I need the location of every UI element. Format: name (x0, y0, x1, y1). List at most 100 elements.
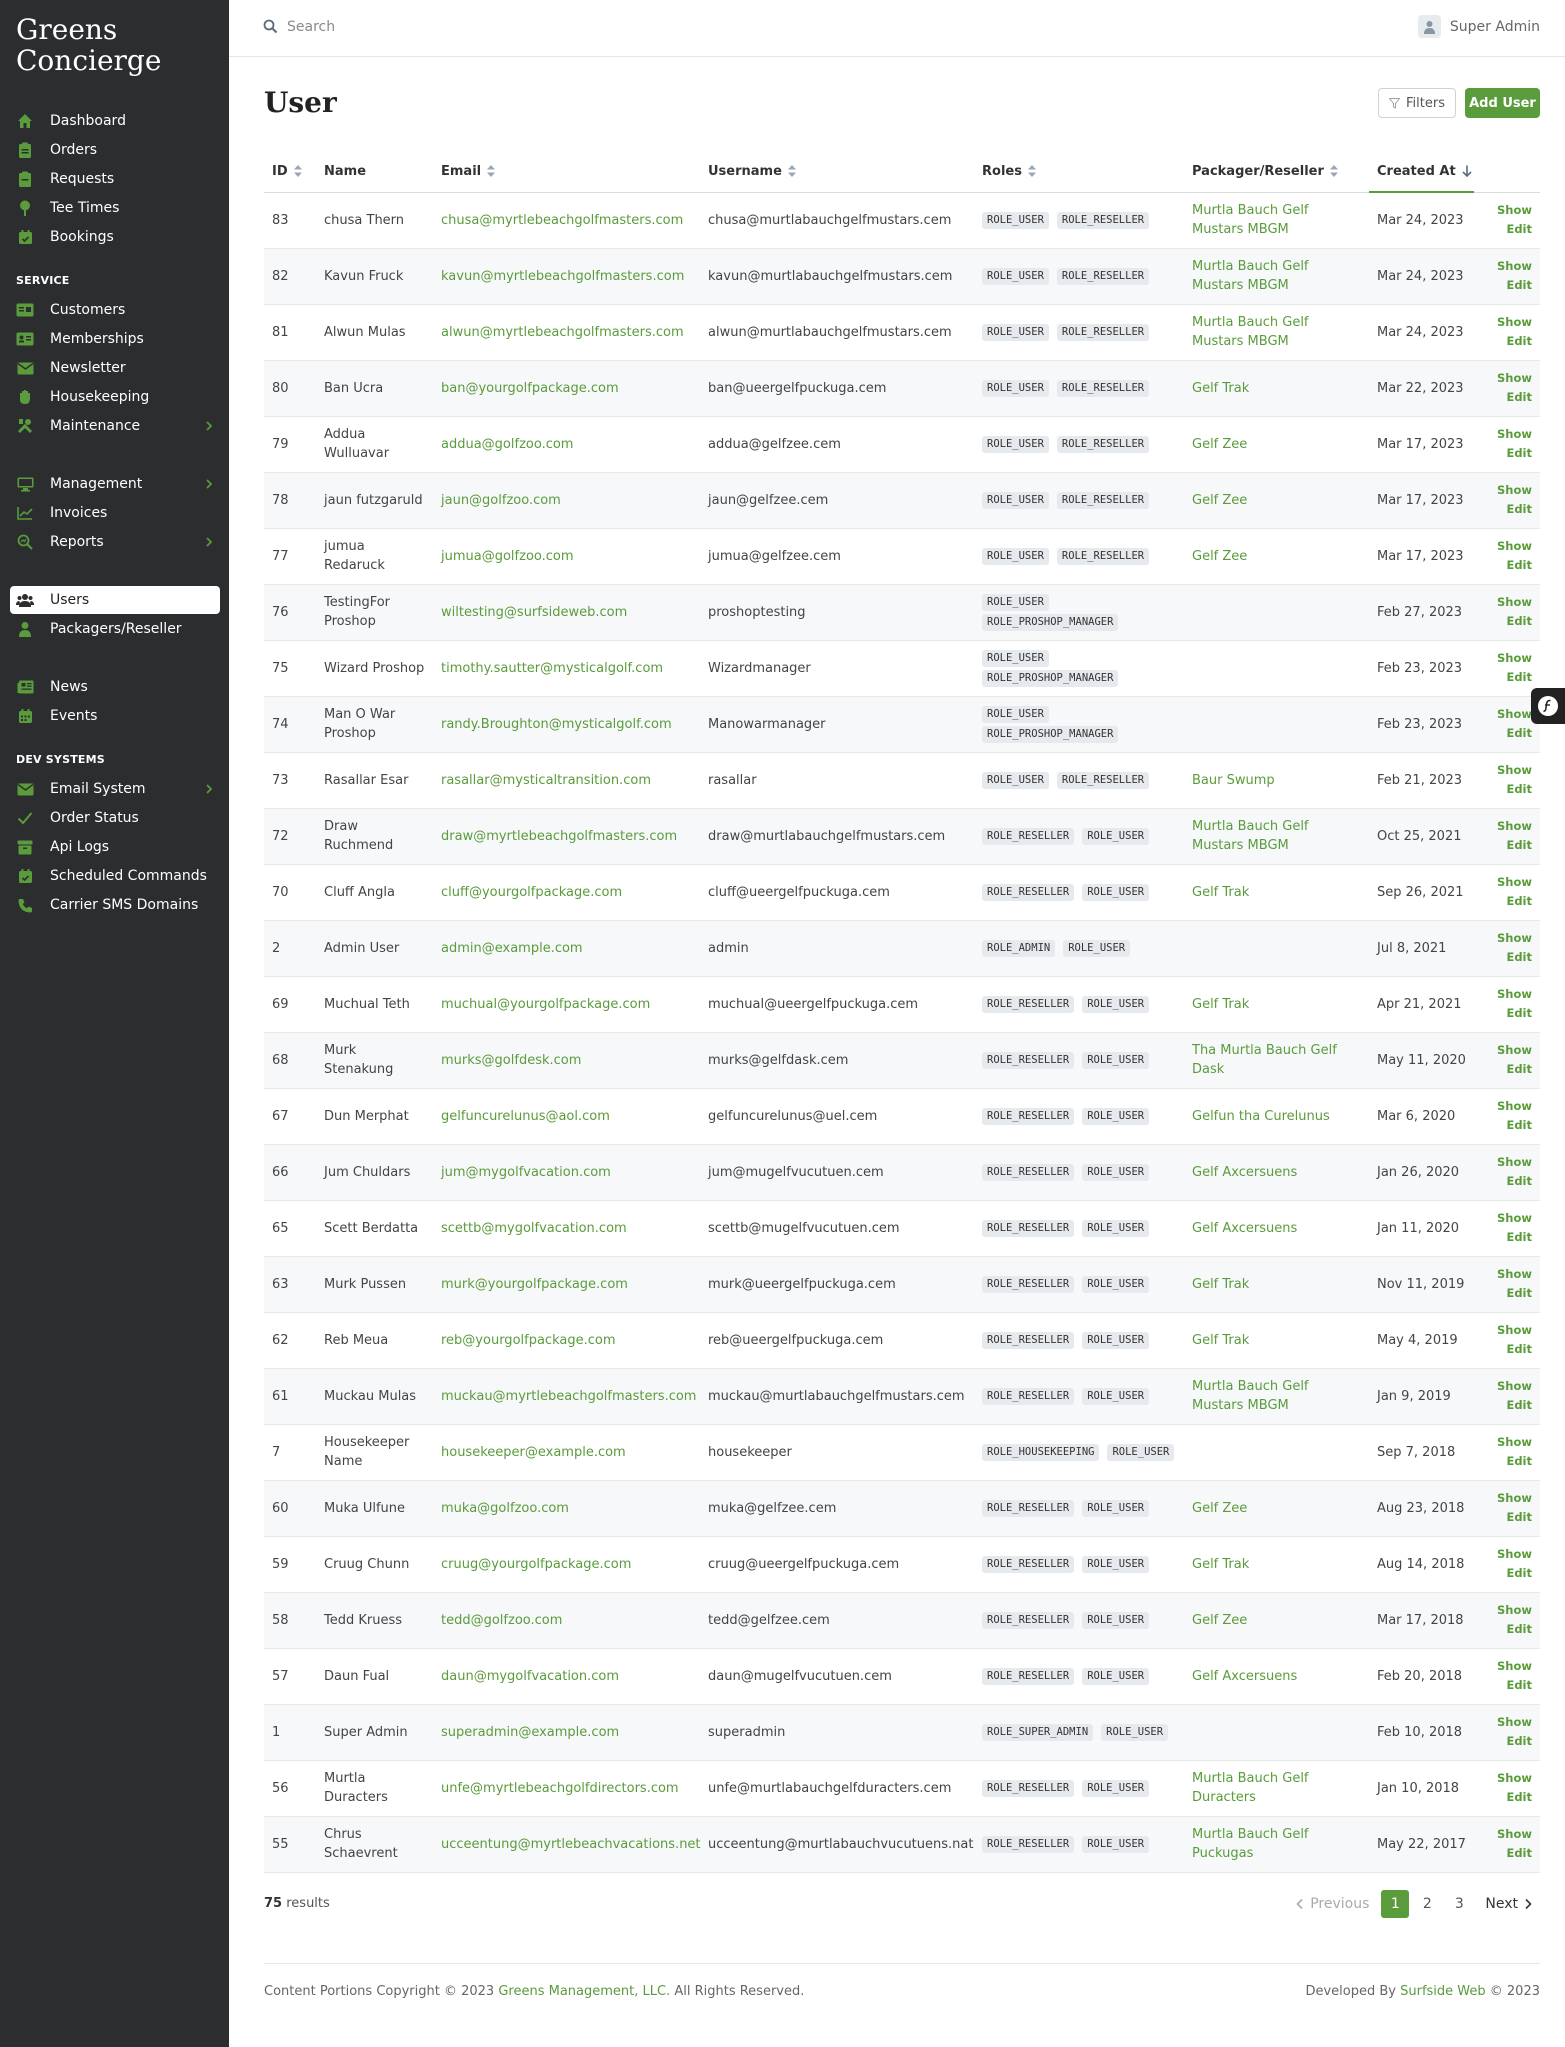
show-link[interactable]: Show (1482, 649, 1532, 668)
edit-link[interactable]: Edit (1482, 1340, 1532, 1359)
user-packager-link[interactable]: Gelf Zee (1192, 549, 1247, 564)
show-link[interactable]: Show (1482, 481, 1532, 500)
user-packager-link[interactable]: Gelf Trak (1192, 997, 1249, 1012)
user-email-link[interactable]: draw@myrtlebeachgolfmasters.com (441, 829, 677, 844)
user-packager-link[interactable]: Murtla Bauch Gelf Duracters (1192, 1771, 1309, 1805)
user-email-link[interactable]: daun@mygolfvacation.com (441, 1669, 619, 1684)
user-email-link[interactable]: superadmin@example.com (441, 1725, 619, 1740)
show-link[interactable]: Show (1482, 1209, 1532, 1228)
user-email-link[interactable]: alwun@myrtlebeachgolfmasters.com (441, 325, 684, 340)
sidebar-item-reports[interactable]: Reports (10, 528, 220, 556)
user-packager-link[interactable]: Gelf Zee (1192, 1613, 1247, 1628)
show-link[interactable]: Show (1482, 761, 1532, 780)
sidebar-item-email-system[interactable]: Email System (10, 775, 220, 803)
sidebar-item-users[interactable]: Users (10, 586, 220, 614)
show-link[interactable]: Show (1482, 313, 1532, 332)
sidebar-item-housekeeping[interactable]: Housekeeping (10, 383, 220, 411)
edit-link[interactable]: Edit (1482, 556, 1532, 575)
user-email-link[interactable]: muchual@yourgolfpackage.com (441, 997, 650, 1012)
user-email-link[interactable]: randy.Broughton@mysticalgolf.com (441, 717, 672, 732)
user-packager-link[interactable]: Gelf Axcersuens (1192, 1165, 1297, 1180)
show-link[interactable]: Show (1482, 1041, 1532, 1060)
edit-link[interactable]: Edit (1482, 1788, 1532, 1807)
user-packager-link[interactable]: Tha Murtla Bauch Gelf Dask (1192, 1043, 1337, 1077)
search-input[interactable] (287, 13, 687, 41)
user-packager-link[interactable]: Murtla Bauch Gelf Puckugas (1192, 1827, 1309, 1861)
sidebar-item-news[interactable]: News (10, 673, 220, 701)
user-packager-link[interactable]: Gelf Zee (1192, 437, 1247, 452)
user-packager-link[interactable]: Gelf Zee (1192, 493, 1247, 508)
sidebar-item-dashboard[interactable]: Dashboard (10, 107, 220, 135)
show-link[interactable]: Show (1482, 425, 1532, 444)
show-link[interactable]: Show (1482, 1433, 1532, 1452)
user-packager-link[interactable]: Murtla Bauch Gelf Mustars MBGM (1192, 1379, 1309, 1413)
show-link[interactable]: Show (1482, 257, 1532, 276)
show-link[interactable]: Show (1482, 1713, 1532, 1732)
column-header-created-at[interactable]: Created At (1369, 151, 1474, 193)
user-packager-link[interactable]: Murtla Bauch Gelf Mustars MBGM (1192, 315, 1309, 349)
show-link[interactable]: Show (1482, 1489, 1532, 1508)
show-link[interactable]: Show (1482, 593, 1532, 612)
user-email-link[interactable]: ban@yourgolfpackage.com (441, 381, 619, 396)
user-email-link[interactable]: murks@golfdesk.com (441, 1053, 581, 1068)
pagination-next[interactable]: Next (1477, 1896, 1540, 1912)
pagination-page[interactable]: 2 (1413, 1890, 1441, 1918)
edit-link[interactable]: Edit (1482, 1452, 1532, 1471)
show-link[interactable]: Show (1482, 537, 1532, 556)
show-link[interactable]: Show (1482, 817, 1532, 836)
column-header-username[interactable]: Username (700, 151, 974, 193)
show-link[interactable]: Show (1482, 201, 1532, 220)
sidebar-item-bookings[interactable]: Bookings (10, 223, 220, 251)
edit-link[interactable]: Edit (1482, 388, 1532, 407)
show-link[interactable]: Show (1482, 929, 1532, 948)
edit-link[interactable]: Edit (1482, 332, 1532, 351)
column-header-id[interactable]: ID (264, 151, 316, 193)
sidebar-item-invoices[interactable]: Invoices (10, 499, 220, 527)
user-email-link[interactable]: addua@golfzoo.com (441, 437, 573, 452)
user-packager-link[interactable]: Gelf Trak (1192, 381, 1249, 396)
user-email-link[interactable]: cruug@yourgolfpackage.com (441, 1557, 631, 1572)
user-email-link[interactable]: wiltesting@surfsideweb.com (441, 605, 627, 620)
edit-link[interactable]: Edit (1482, 500, 1532, 519)
user-email-link[interactable]: timothy.sautter@mysticalgolf.com (441, 661, 663, 676)
edit-link[interactable]: Edit (1482, 1228, 1532, 1247)
user-email-link[interactable]: chusa@myrtlebeachgolfmasters.com (441, 213, 683, 228)
show-link[interactable]: Show (1482, 1377, 1532, 1396)
show-link[interactable]: Show (1482, 369, 1532, 388)
sidebar-item-scheduled-commands[interactable]: Scheduled Commands (10, 862, 220, 890)
edit-link[interactable]: Edit (1482, 1284, 1532, 1303)
show-link[interactable]: Show (1482, 1657, 1532, 1676)
sidebar-item-newsletter[interactable]: Newsletter (10, 354, 220, 382)
sidebar-item-carrier-sms-domains[interactable]: Carrier SMS Domains (10, 891, 220, 919)
user-packager-link[interactable]: Murtla Bauch Gelf Mustars MBGM (1192, 203, 1309, 237)
pagination-page[interactable]: 3 (1445, 1890, 1473, 1918)
sidebar-item-memberships[interactable]: Memberships (10, 325, 220, 353)
user-email-link[interactable]: jum@mygolfvacation.com (441, 1165, 611, 1180)
edit-link[interactable]: Edit (1482, 1116, 1532, 1135)
footer-developer-link[interactable]: Surfside Web (1400, 1984, 1486, 1999)
edit-link[interactable]: Edit (1482, 948, 1532, 967)
user-email-link[interactable]: reb@yourgolfpackage.com (441, 1333, 615, 1348)
user-email-link[interactable]: jumua@golfzoo.com (441, 549, 574, 564)
edit-link[interactable]: Edit (1482, 668, 1532, 687)
column-header-email[interactable]: Email (433, 151, 700, 193)
edit-link[interactable]: Edit (1482, 1060, 1532, 1079)
user-email-link[interactable]: tedd@golfzoo.com (441, 1613, 562, 1628)
show-link[interactable]: Show (1482, 1545, 1532, 1564)
add-user-button[interactable]: Add User (1465, 88, 1540, 118)
user-packager-link[interactable]: Gelf Trak (1192, 1277, 1249, 1292)
edit-link[interactable]: Edit (1482, 1564, 1532, 1583)
show-link[interactable]: Show (1482, 1769, 1532, 1788)
user-email-link[interactable]: kavun@myrtlebeachgolfmasters.com (441, 269, 684, 284)
edit-link[interactable]: Edit (1482, 612, 1532, 631)
user-email-link[interactable]: admin@example.com (441, 941, 583, 956)
user-email-link[interactable]: muckau@myrtlebeachgolfmasters.com (441, 1389, 696, 1404)
user-email-link[interactable]: ucceentung@myrtlebeachvacations.net (441, 1837, 701, 1852)
sidebar-item-packagers-reseller[interactable]: Packagers/Reseller (10, 615, 220, 643)
symfony-toolbar-toggle[interactable] (1531, 688, 1565, 724)
show-link[interactable]: Show (1482, 705, 1532, 724)
show-link[interactable]: Show (1482, 1265, 1532, 1284)
show-link[interactable]: Show (1482, 1097, 1532, 1116)
edit-link[interactable]: Edit (1482, 780, 1532, 799)
column-header-roles[interactable]: Roles (974, 151, 1184, 193)
